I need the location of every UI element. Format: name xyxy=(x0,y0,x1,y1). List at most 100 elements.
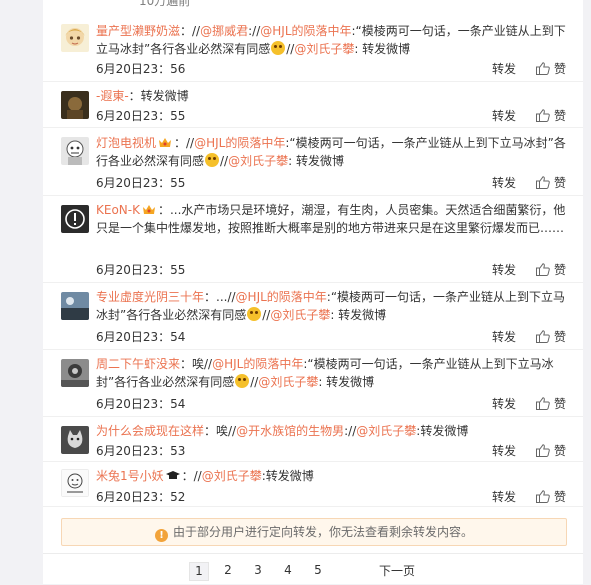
repost-item: 为什么会成现在这样：唉//@开水族馆的生物男://@刘氏子攀:转发微博 6月20日… xyxy=(43,416,583,462)
repost-text: 米兔1号小妖 ：//@刘氏子攀:转发微博 xyxy=(96,467,566,485)
like-button[interactable]: 赞 xyxy=(535,330,566,344)
forward-button[interactable]: 转发 xyxy=(492,62,516,76)
timestamp[interactable]: 6月20日23：52 xyxy=(96,488,185,505)
like-label: 赞 xyxy=(553,263,566,277)
username-link[interactable]: 灯泡电视机 xyxy=(96,136,156,150)
username-link[interactable]: 专业虚度光阴三十年 xyxy=(96,290,204,304)
timestamp[interactable]: 6月20日23：54 xyxy=(96,395,185,412)
notice-text: 由于部分用户进行定向转发，你无法查看剩余转发内容。 xyxy=(172,525,473,539)
username-link[interactable]: -遐東- xyxy=(96,89,129,103)
like-button[interactable]: 赞 xyxy=(535,109,566,123)
repost-item: 量产型濑野奶滋：//@挪威君://@HJL的陨落中年:“模棱两可一句话，一条产业… xyxy=(43,14,583,82)
repost-text: 量产型濑野奶滋：//@挪威君://@HJL的陨落中年:“模棱两可一句话，一条产业… xyxy=(96,22,566,58)
like-label: 赞 xyxy=(553,490,566,504)
forward-button[interactable]: 转发 xyxy=(492,176,516,190)
like-label: 赞 xyxy=(553,62,566,76)
forward-button[interactable]: 转发 xyxy=(492,397,516,411)
landscape-avatar-icon[interactable] xyxy=(61,292,89,320)
repost-text: -遐東-：转发微博 xyxy=(96,87,566,105)
comment-text: ：...水产市场只是环境好，潮湿，有生肉，人员密集。天然适合细菌繁衍，他只是一个… xyxy=(96,203,566,235)
item-actions: 转发 赞 xyxy=(492,60,566,77)
like-button[interactable]: 赞 xyxy=(535,397,566,411)
comment-text: ：// xyxy=(174,136,195,150)
timestamp[interactable]: 6月20日23：54 xyxy=(96,328,185,345)
comment-text: ：// xyxy=(180,24,201,38)
photo-avatar-icon[interactable] xyxy=(61,359,89,387)
doodle-avatar-icon[interactable] xyxy=(61,469,89,497)
like-button[interactable]: 赞 xyxy=(535,263,566,277)
like-button[interactable]: 赞 xyxy=(535,62,566,76)
mention-link[interactable]: @挪威君 xyxy=(200,24,248,38)
page-5-link[interactable]: 5 xyxy=(309,562,327,579)
username-link[interactable]: 量产型濑野奶滋 xyxy=(96,24,180,38)
comment-text: : 转发微博 xyxy=(288,154,344,168)
vip-crown-icon[interactable] xyxy=(158,135,172,147)
forward-button[interactable]: 转发 xyxy=(492,109,516,123)
mention-link[interactable]: @刘氏子攀 xyxy=(294,42,354,56)
thumbs-up-icon xyxy=(535,62,550,75)
like-button[interactable]: 赞 xyxy=(535,490,566,504)
next-page-link[interactable]: 下一页 xyxy=(379,562,415,579)
forward-button[interactable]: 转发 xyxy=(492,263,516,277)
vip-crown-icon[interactable] xyxy=(142,202,156,214)
repost-text: 为什么会成现在这样：唉//@开水族馆的生物男://@刘氏子攀:转发微博 xyxy=(96,422,566,440)
forward-button[interactable]: 转发 xyxy=(492,330,516,344)
repost-item: 周二下午虾没来：唉//@HJL的陨落中年:“模棱两可一句话，一条产业链从上到下立… xyxy=(43,349,583,417)
mention-link[interactable]: @开水族馆的生物男 xyxy=(236,424,344,438)
like-label: 赞 xyxy=(553,444,566,458)
item-actions: 转发 赞 xyxy=(492,261,566,278)
repost-item: 专业虚度光阴三十年：...//@HJL的陨落中年:“模棱两可一句话，一条产业链从… xyxy=(43,282,583,350)
username-link[interactable]: 周二下午虾没来 xyxy=(96,357,180,371)
emoji-icon xyxy=(205,153,220,167)
page-1-link[interactable]: 1 xyxy=(189,562,209,581)
like-label: 赞 xyxy=(553,397,566,411)
forward-button[interactable]: 转发 xyxy=(492,444,516,458)
page-2-link[interactable]: 2 xyxy=(219,562,237,579)
repost-text: 灯泡电视机 ：//@HJL的陨落中年:“模棱两可一句话，一条产业链从上到下立马冰封… xyxy=(96,134,566,170)
mention-link[interactable]: @刘氏子攀 xyxy=(228,154,288,168)
comment-text: ：// xyxy=(181,469,202,483)
warning-avatar-icon[interactable] xyxy=(61,205,89,233)
repost-list-panel: 10万遍前 量产型濑野奶滋：//@挪威君://@HJL的陨落中年:“模棱两可一句… xyxy=(43,0,583,584)
timestamp[interactable]: 6月20日23：53 xyxy=(96,442,185,459)
like-label: 赞 xyxy=(553,176,566,190)
username-link[interactable]: KEoN-K xyxy=(96,203,140,217)
like-label: 赞 xyxy=(553,109,566,123)
mention-link[interactable]: @刘氏子攀 xyxy=(202,469,262,483)
thumbs-up-icon xyxy=(535,109,550,122)
thumbs-up-icon xyxy=(535,263,550,276)
like-button[interactable]: 赞 xyxy=(535,176,566,190)
graduation-cap-icon[interactable] xyxy=(165,468,180,479)
page-4-link[interactable]: 4 xyxy=(279,562,297,579)
repost-item: 灯泡电视机 ：//@HJL的陨落中年:“模棱两可一句话，一条产业链从上到下立马冰封… xyxy=(43,127,583,196)
username-link[interactable]: 为什么会成现在这样 xyxy=(96,424,204,438)
like-button[interactable]: 赞 xyxy=(535,444,566,458)
mention-link[interactable]: @刘氏子攀 xyxy=(356,424,416,438)
mention-link[interactable]: @刘氏子攀 xyxy=(270,308,330,322)
repost-text: 周二下午虾没来：唉//@HJL的陨落中年:“模棱两可一句话，一条产业链从上到下立… xyxy=(96,355,566,391)
sketch-avatar-icon[interactable] xyxy=(61,137,89,165)
comment-text: :转发微博 xyxy=(261,469,314,483)
cat-avatar-icon[interactable] xyxy=(61,426,89,454)
thumbs-up-icon xyxy=(535,330,550,343)
comment-text: // xyxy=(220,154,229,168)
dark-avatar-icon[interactable] xyxy=(61,91,89,119)
mention-link[interactable]: @HJL的陨落中年 xyxy=(236,290,327,304)
mention-link[interactable]: @HJL的陨落中年 xyxy=(260,24,351,38)
mention-link[interactable]: @HJL的陨落中年 xyxy=(194,136,285,150)
page-3-link[interactable]: 3 xyxy=(249,562,267,579)
item-actions: 转发 赞 xyxy=(492,107,566,124)
thumbs-up-icon xyxy=(535,397,550,410)
username-link[interactable]: 米兔1号小妖 xyxy=(96,469,164,483)
repost-text: KEoN-K ：...水产市场只是环境好，潮湿，有生肉，人员密集。天然适合细菌繁衍… xyxy=(96,201,566,237)
comment-text: ：唉// xyxy=(180,357,213,371)
timestamp[interactable]: 6月20日23：55 xyxy=(96,107,185,124)
mention-link[interactable]: @刘氏子攀 xyxy=(258,375,318,389)
timestamp[interactable]: 6月20日23：56 xyxy=(96,60,185,77)
anime-avatar-icon[interactable] xyxy=(61,24,89,52)
timestamp[interactable]: 6月20日23：55 xyxy=(96,261,185,278)
mention-link[interactable]: @HJL的陨落中年 xyxy=(212,357,303,371)
forward-button[interactable]: 转发 xyxy=(492,490,516,504)
timestamp[interactable]: 6月20日23：55 xyxy=(96,174,185,191)
comment-text: ：...// xyxy=(204,290,236,304)
